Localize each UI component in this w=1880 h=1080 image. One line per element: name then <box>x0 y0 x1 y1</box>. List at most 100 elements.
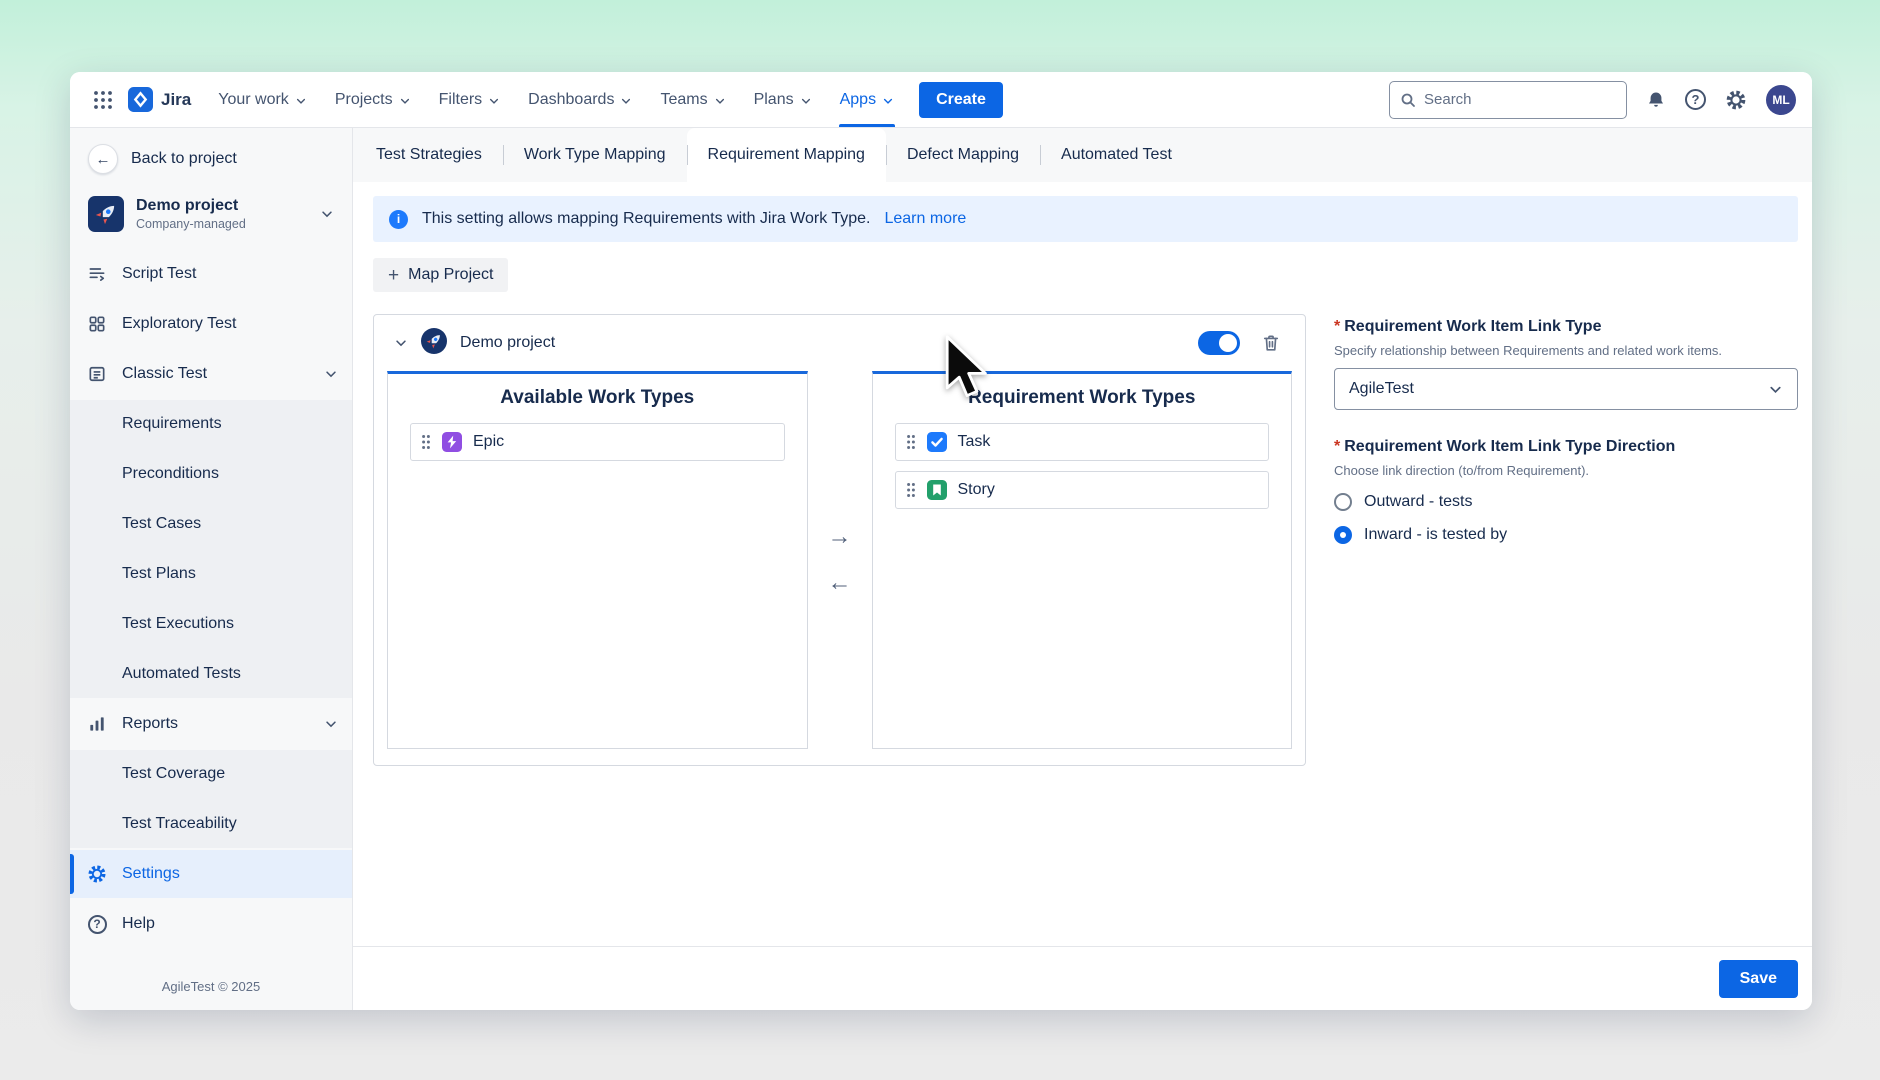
tab-label: Automated Test <box>1061 146 1172 164</box>
work-type-item-story[interactable]: Story <box>895 471 1270 509</box>
required-asterisk: * <box>1334 438 1340 455</box>
nav-your-work[interactable]: Your work <box>205 72 320 127</box>
link-type-select[interactable]: AgileTest <box>1334 368 1798 410</box>
global-search[interactable] <box>1389 81 1627 119</box>
toggle-knob <box>1219 334 1237 352</box>
navbar-right: ? ML <box>1389 81 1796 119</box>
sidebar-item-test-executions[interactable]: Test Executions <box>70 600 352 648</box>
sidebar-item-help[interactable]: ? Help <box>70 900 352 948</box>
sidebar-item-label: Reports <box>122 715 178 733</box>
work-type-label: Epic <box>473 433 504 451</box>
sidebar-nav: Script Test Exploratory Test Classic Tes… <box>70 242 352 950</box>
radio-inward-is-tested-by[interactable]: Inward - is tested by <box>1334 526 1798 544</box>
back-label: Back to project <box>131 150 237 168</box>
sidebar-item-test-cases[interactable]: Test Cases <box>70 500 352 548</box>
notifications-icon[interactable] <box>1646 90 1666 110</box>
tab-automated-test[interactable]: Automated Test <box>1040 128 1193 182</box>
nav-label: Your work <box>218 91 289 109</box>
project-type: Company-managed <box>136 217 246 231</box>
jira-logo[interactable]: Jira <box>122 87 203 112</box>
move-left-arrow[interactable]: ← <box>828 571 852 595</box>
drag-handle-icon[interactable] <box>906 482 916 498</box>
nav-label: Projects <box>335 91 393 109</box>
work-type-label: Task <box>958 433 991 451</box>
user-avatar[interactable]: ML <box>1766 85 1796 115</box>
sidebar-item-automated-tests[interactable]: Automated Tests <box>70 650 352 698</box>
radio-selected-icon[interactable] <box>1334 526 1352 544</box>
tab-work-type-mapping[interactable]: Work Type Mapping <box>503 128 687 182</box>
project-switcher[interactable]: Demo project Company-managed <box>80 186 342 242</box>
info-banner-text: This setting allows mapping Requirements… <box>422 210 870 228</box>
tab-test-strategies[interactable]: Test Strategies <box>355 128 503 182</box>
project-mapping-panel: Demo project Available Work Ty <box>373 314 1306 766</box>
radio-unselected-icon[interactable] <box>1334 493 1352 511</box>
reports-icon <box>86 714 108 734</box>
search-input[interactable] <box>1424 91 1616 108</box>
reports-subitems: Test Coverage Test Traceability <box>70 750 352 848</box>
sidebar-item-test-coverage[interactable]: Test Coverage <box>70 750 352 798</box>
project-avatar-rocket-icon <box>88 196 124 232</box>
help-icon[interactable]: ? <box>1685 89 1706 110</box>
mapping-enabled-toggle[interactable] <box>1198 331 1240 355</box>
exploratory-test-icon <box>86 314 108 334</box>
chevron-down-icon <box>714 95 726 107</box>
chevron-down-icon <box>324 367 338 381</box>
sidebar-item-classic-test[interactable]: Classic Test <box>70 350 352 398</box>
tab-content: i This setting allows mapping Requiremen… <box>353 182 1812 946</box>
task-icon <box>927 432 947 452</box>
delete-mapping-icon[interactable] <box>1261 333 1281 353</box>
sidebar-item-reports[interactable]: Reports <box>70 700 352 748</box>
sidebar-item-test-plans[interactable]: Test Plans <box>70 550 352 598</box>
nav-teams[interactable]: Teams <box>647 72 738 127</box>
tab-requirement-mapping[interactable]: Requirement Mapping <box>687 128 886 182</box>
sidebar-item-preconditions[interactable]: Preconditions <box>70 450 352 498</box>
chevron-down-icon <box>320 207 334 221</box>
field-label-text: Requirement Work Item Link Type Directio… <box>1344 438 1675 455</box>
nav-dashboards[interactable]: Dashboards <box>515 72 645 127</box>
tab-defect-mapping[interactable]: Defect Mapping <box>886 128 1040 182</box>
sidebar-item-label: Test Coverage <box>122 765 225 783</box>
map-project-label: Map Project <box>408 266 493 284</box>
back-to-project[interactable]: ← Back to project <box>80 140 342 178</box>
form-footer: Save <box>353 946 1812 1010</box>
select-value: AgileTest <box>1349 380 1414 398</box>
mapping-section: Demo project Available Work Ty <box>373 314 1798 766</box>
collapse-chevron-icon[interactable] <box>394 336 408 350</box>
sidebar-item-label: Classic Test <box>122 365 207 383</box>
drag-handle-icon[interactable] <box>906 434 916 450</box>
classic-test-icon <box>86 364 108 384</box>
map-project-button[interactable]: + Map Project <box>373 258 508 292</box>
create-button[interactable]: Create <box>919 82 1003 118</box>
nav-plans[interactable]: Plans <box>741 72 825 127</box>
move-right-arrow[interactable]: → <box>828 525 852 549</box>
nav-filters[interactable]: Filters <box>426 72 514 127</box>
top-navbar: Jira Your work Projects Filters Dashboar… <box>70 72 1812 128</box>
sidebar-item-requirements[interactable]: Requirements <box>70 400 352 448</box>
sidebar-item-exploratory-test[interactable]: Exploratory Test <box>70 300 352 348</box>
story-icon <box>927 480 947 500</box>
radio-outward-tests[interactable]: Outward - tests <box>1334 493 1798 511</box>
gear-icon <box>86 864 108 884</box>
transfer-controls: → ← <box>808 371 872 749</box>
sidebar-item-script-test[interactable]: Script Test <box>70 250 352 298</box>
nav-projects[interactable]: Projects <box>322 72 424 127</box>
panel-header: Demo project <box>374 315 1305 371</box>
sidebar: ← Back to project Demo project Company-m… <box>70 128 353 1010</box>
app-switcher-icon[interactable] <box>86 83 120 117</box>
work-type-item-epic[interactable]: Epic <box>410 423 785 461</box>
jira-logo-text: Jira <box>161 90 191 110</box>
help-circle-icon: ? <box>86 915 108 934</box>
nav-apps[interactable]: Apps <box>827 72 907 127</box>
work-type-columns: Available Work Types <box>374 371 1305 749</box>
settings-icon[interactable] <box>1725 89 1747 111</box>
chevron-down-icon <box>882 95 894 107</box>
chevron-down-icon <box>488 95 500 107</box>
work-type-item-task[interactable]: Task <box>895 423 1270 461</box>
learn-more-link[interactable]: Learn more <box>884 210 966 228</box>
sidebar-item-settings[interactable]: Settings <box>70 850 352 898</box>
chevron-down-icon <box>399 95 411 107</box>
save-button[interactable]: Save <box>1719 960 1798 998</box>
sidebar-item-test-traceability[interactable]: Test Traceability <box>70 800 352 848</box>
sidebar-item-label: Automated Tests <box>122 665 241 683</box>
drag-handle-icon[interactable] <box>421 434 431 450</box>
